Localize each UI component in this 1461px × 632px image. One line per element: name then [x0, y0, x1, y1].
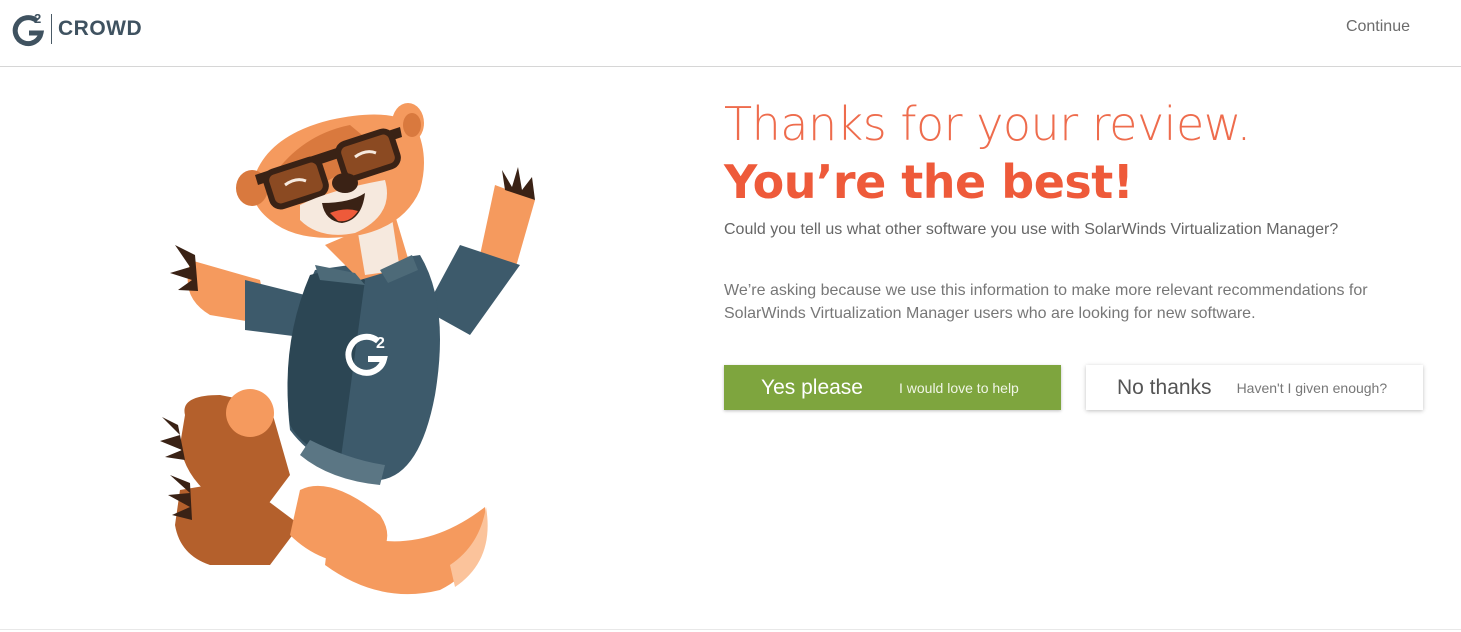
- headline-thanks: Thanks for your review.: [724, 97, 1251, 151]
- yes-please-button[interactable]: Yes please I would love to help: [724, 365, 1061, 410]
- response-buttons: Yes please I would love to help No thank…: [724, 365, 1423, 410]
- g2-crowd-logo[interactable]: 2 CROWD: [11, 10, 142, 48]
- shirt-logo-superscript: 2: [376, 335, 385, 352]
- yes-button-sublabel: I would love to help: [898, 379, 1019, 396]
- no-button-sublabel: Haven't I given enough?: [1236, 379, 1388, 396]
- question-text: Could you tell us what other software yo…: [724, 221, 1339, 238]
- no-button-label: No thanks: [1117, 375, 1212, 399]
- logo-wordmark: CROWD: [58, 17, 143, 40]
- logo-superscript: 2: [34, 11, 41, 26]
- g2-crowd-logo-icon: 2: [11, 11, 47, 47]
- logo-divider: [51, 14, 52, 44]
- yes-button-label: Yes please: [761, 375, 863, 399]
- footer-divider: [0, 629, 1461, 630]
- explanation-text: We’re asking because we use this informa…: [724, 282, 1368, 322]
- main-content: Thanks for your review. You’re the best!…: [724, 95, 1424, 410]
- continue-link[interactable]: Continue: [1346, 18, 1410, 36]
- no-thanks-button[interactable]: No thanks Haven't I given enough?: [1086, 365, 1423, 410]
- headline-best: You’re the best!: [724, 155, 1134, 209]
- mascot-illustration: 2: [150, 95, 570, 605]
- top-bar: 2 CROWD Continue: [0, 0, 1461, 67]
